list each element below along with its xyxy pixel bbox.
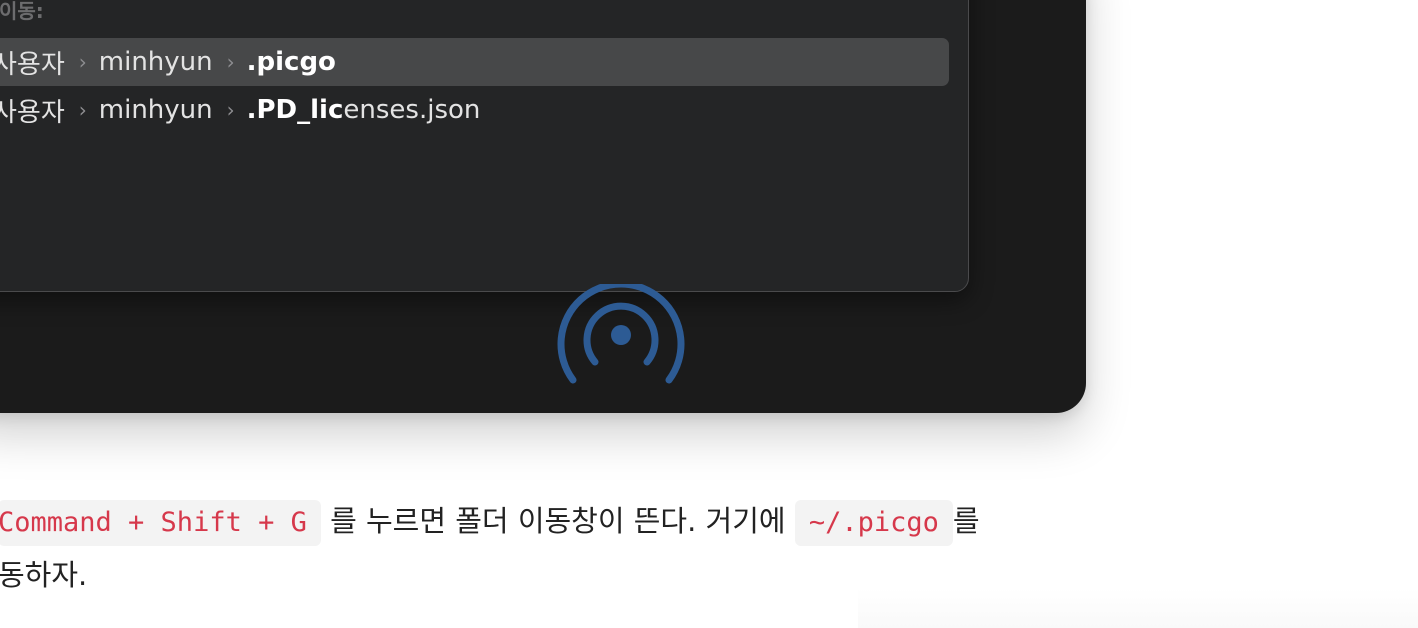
chevron-right-icon: › xyxy=(78,50,87,74)
page: 이동: 사용자 › minhyun › .picgo 사용자 › minhyun… xyxy=(0,0,1418,628)
result-name-highlight: .picgo xyxy=(246,47,336,77)
path-segment-users: 사용자 xyxy=(0,49,65,80)
go-to-folder-sheet: 이동: 사용자 › minhyun › .picgo 사용자 › minhyun… xyxy=(0,0,969,292)
airdrop-icon xyxy=(557,284,685,384)
path-segment-user: minhyun xyxy=(98,95,213,125)
paragraph-line-2: 동하자. xyxy=(0,558,88,592)
bottom-fade xyxy=(858,588,1418,628)
go-to-folder-label: 이동: xyxy=(0,0,44,23)
article-paragraph: Command + Shift + G 를 누르면 폴더 이동창이 뜬다. 거기… xyxy=(0,492,1198,550)
chevron-right-icon: › xyxy=(78,98,87,122)
paragraph-text: 를 누르면 폴더 이동창이 뜬다. 거기에 xyxy=(330,504,786,538)
inline-code-path: ~/.picgo xyxy=(794,500,953,546)
result-name-rest: enses.json xyxy=(343,95,481,125)
chevron-right-icon: › xyxy=(226,50,235,74)
path-segment-user: minhyun xyxy=(98,47,213,77)
result-name-highlight: .PD_lic xyxy=(246,95,344,125)
inline-code-shortcut: Command + Shift + G xyxy=(0,500,321,546)
folder-result-row-licenses[interactable]: 사용자 › minhyun › .PD_lic enses.json xyxy=(0,86,949,134)
paragraph-text-tail: 를 xyxy=(952,504,980,538)
folder-result-row-picgo[interactable]: 사용자 › minhyun › .picgo xyxy=(0,38,949,86)
chevron-right-icon: › xyxy=(226,98,235,122)
path-segment-users: 사용자 xyxy=(0,97,65,128)
